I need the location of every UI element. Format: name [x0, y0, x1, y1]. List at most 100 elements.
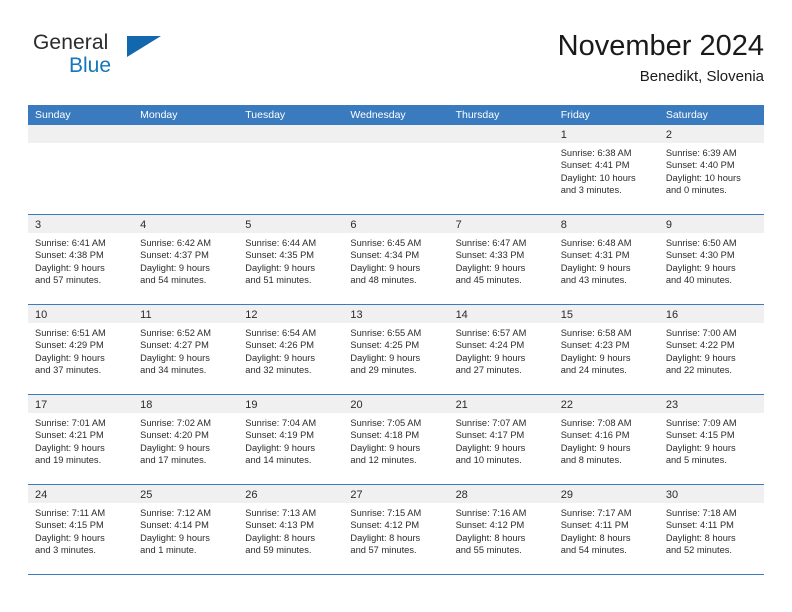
day-cell-21[interactable]: 21 Sunrise: 7:07 AM Sunset: 4:17 PM Dayligh… — [448, 395, 554, 484]
sunset-text: Sunset: 4:11 PM — [665, 520, 734, 531]
day-cell-28[interactable]: 28 Sunrise: 7:16 AM Sunset: 4:12 PM Dayligh… — [448, 485, 554, 574]
day-cell-14[interactable]: 14 Sunrise: 6:57 AM Sunset: 4:24 PM Dayligh… — [448, 305, 554, 394]
weekday-header-wednesday: Wednesday — [350, 109, 406, 121]
daylight-text-line2: and 57 minutes. — [350, 544, 417, 555]
daylight-text-line1: Daylight: 9 hours — [245, 352, 316, 363]
day-cell-16[interactable]: 16 Sunrise: 7:00 AM Sunset: 4:22 PM Dayligh… — [658, 305, 764, 394]
day-cell-empty — [28, 125, 134, 214]
day-number: 17 — [35, 399, 48, 411]
day-sun-info: Sunrise: 7:16 AM Sunset: 4:12 PM Daylight:… — [449, 503, 554, 556]
weekday-header-tuesday: Tuesday — [245, 109, 286, 121]
calendar-week-row: 1 Sunrise: 6:38 AM Sunset: 4:41 PM Daylight… — [28, 125, 764, 215]
daylight-text-line2: and 59 minutes. — [245, 544, 312, 555]
day-sun-info: Sunrise: 7:00 AM Sunset: 4:22 PM Daylight:… — [659, 323, 764, 376]
day-number-band: 2 — [658, 125, 764, 143]
day-cell-4[interactable]: 4 Sunrise: 6:42 AM Sunset: 4:37 PM Daylight… — [133, 215, 239, 304]
weekday-header-sunday: Sunday — [35, 109, 71, 121]
day-sun-info: Sunrise: 6:52 AM Sunset: 4:27 PM Daylight:… — [133, 323, 238, 376]
day-sun-info: Sunrise: 7:13 AM Sunset: 4:13 PM Daylight:… — [238, 503, 343, 556]
day-cell-27[interactable]: 27 Sunrise: 7:15 AM Sunset: 4:12 PM Dayligh… — [343, 485, 449, 574]
sunrise-text: Sunrise: 6:45 AM — [350, 238, 422, 248]
sunset-text: Sunset: 4:17 PM — [455, 430, 525, 441]
day-number-band: 24 — [28, 485, 134, 503]
sunset-text: Sunset: 4:35 PM — [245, 250, 315, 261]
day-sun-info: Sunrise: 7:11 AM Sunset: 4:15 PM Daylight:… — [28, 503, 133, 556]
day-number: 1 — [560, 129, 567, 141]
day-number: 11 — [140, 309, 152, 321]
day-cell-25[interactable]: 25 Sunrise: 7:12 AM Sunset: 4:14 PM Dayligh… — [133, 485, 239, 574]
sunrise-text: Sunrise: 7:12 AM — [140, 508, 211, 518]
day-sun-info: Sunrise: 7:09 AM Sunset: 4:15 PM Daylight:… — [659, 413, 764, 466]
brand-logo[interactable]: General Blue — [33, 32, 223, 88]
day-sun-info: Sunrise: 6:41 AM Sunset: 4:38 PM Daylight:… — [28, 233, 133, 286]
daylight-text-line1: Daylight: 9 hours — [140, 262, 210, 273]
day-cell-2[interactable]: 2 Sunrise: 6:39 AM Sunset: 4:40 PM Daylight… — [658, 125, 764, 214]
day-cell-15[interactable]: 15 Sunrise: 6:58 AM Sunset: 4:23 PM Dayligh… — [553, 305, 659, 394]
day-cell-23[interactable]: 23 Sunrise: 7:09 AM Sunset: 4:15 PM Dayligh… — [658, 395, 764, 484]
sunset-text: Sunset: 4:15 PM — [35, 520, 104, 531]
daylight-text-line1: Daylight: 9 hours — [35, 532, 105, 543]
sunset-text: Sunset: 4:24 PM — [455, 340, 525, 351]
day-number-band: 25 — [133, 485, 239, 503]
sunset-text: Sunset: 4:25 PM — [350, 340, 420, 351]
day-sun-info: Sunrise: 7:02 AM Sunset: 4:20 PM Daylight:… — [133, 413, 238, 466]
daylight-text-line2: and 54 minutes. — [560, 544, 627, 555]
daylight-text-line1: Daylight: 9 hours — [665, 262, 736, 273]
day-cell-13[interactable]: 13 Sunrise: 6:55 AM Sunset: 4:25 PM Dayligh… — [343, 305, 449, 394]
day-cell-29[interactable]: 29 Sunrise: 7:17 AM Sunset: 4:11 PM Dayligh… — [553, 485, 659, 574]
daylight-text-line2: and 43 minutes. — [560, 274, 627, 285]
sunrise-text: Sunrise: 7:05 AM — [350, 418, 422, 428]
day-number-band: 12 — [238, 305, 344, 323]
day-sun-info: Sunrise: 6:50 AM Sunset: 4:30 PM Daylight:… — [659, 233, 764, 286]
sunrise-text: Sunrise: 7:18 AM — [665, 508, 737, 518]
day-number-band — [133, 125, 239, 143]
day-number-band: 3 — [28, 215, 134, 233]
day-number: 7 — [455, 219, 462, 231]
day-cell-6[interactable]: 6 Sunrise: 6:45 AM Sunset: 4:34 PM Daylight… — [343, 215, 449, 304]
day-cell-17[interactable]: 17 Sunrise: 7:01 AM Sunset: 4:21 PM Dayligh… — [28, 395, 134, 484]
daylight-text-line2: and 51 minutes. — [245, 274, 312, 285]
triangle-logo-icon — [127, 36, 161, 57]
day-cell-7[interactable]: 7 Sunrise: 6:47 AM Sunset: 4:33 PM Daylight… — [448, 215, 554, 304]
daylight-text-line2: and 52 minutes. — [665, 544, 732, 555]
day-cell-12[interactable]: 12 Sunrise: 6:54 AM Sunset: 4:26 PM Dayligh… — [238, 305, 344, 394]
day-number: 10 — [35, 309, 48, 321]
daylight-text-line1: Daylight: 8 hours — [455, 532, 526, 543]
day-cell-5[interactable]: 5 Sunrise: 6:44 AM Sunset: 4:35 PM Daylight… — [238, 215, 344, 304]
daylight-text-line1: Daylight: 9 hours — [350, 262, 421, 273]
day-number: 15 — [560, 309, 573, 321]
day-cell-empty — [238, 125, 344, 214]
sunset-text: Sunset: 4:37 PM — [140, 250, 209, 261]
day-cell-9[interactable]: 9 Sunrise: 6:50 AM Sunset: 4:30 PM Daylight… — [658, 215, 764, 304]
sunset-text: Sunset: 4:22 PM — [665, 340, 735, 351]
page-title: November 2024 — [557, 30, 764, 62]
day-number-band — [238, 125, 344, 143]
sunset-text: Sunset: 4:41 PM — [560, 160, 630, 171]
daylight-text-line2: and 37 minutes. — [35, 364, 102, 375]
day-cell-30[interactable]: 30 Sunrise: 7:18 AM Sunset: 4:11 PM Dayligh… — [658, 485, 764, 574]
day-cell-8[interactable]: 8 Sunrise: 6:48 AM Sunset: 4:31 PM Daylight… — [553, 215, 659, 304]
day-cell-1[interactable]: 1 Sunrise: 6:38 AM Sunset: 4:41 PM Daylight… — [553, 125, 659, 214]
daylight-text-line1: Daylight: 9 hours — [350, 352, 421, 363]
day-cell-26[interactable]: 26 Sunrise: 7:13 AM Sunset: 4:13 PM Dayligh… — [238, 485, 344, 574]
sunset-text: Sunset: 4:11 PM — [560, 520, 629, 531]
day-cell-19[interactable]: 19 Sunrise: 7:04 AM Sunset: 4:19 PM Dayligh… — [238, 395, 344, 484]
day-sun-info: Sunrise: 6:38 AM Sunset: 4:41 PM Daylight:… — [554, 143, 659, 196]
day-cell-20[interactable]: 20 Sunrise: 7:05 AM Sunset: 4:18 PM Dayligh… — [343, 395, 449, 484]
day-cell-22[interactable]: 22 Sunrise: 7:08 AM Sunset: 4:16 PM Dayligh… — [553, 395, 659, 484]
day-cell-11[interactable]: 11 Sunrise: 6:52 AM Sunset: 4:27 PM Dayligh… — [133, 305, 239, 394]
day-cell-empty — [448, 125, 554, 214]
day-cell-3[interactable]: 3 Sunrise: 6:41 AM Sunset: 4:38 PM Daylight… — [28, 215, 134, 304]
weekday-header-monday: Monday — [140, 109, 178, 121]
daylight-text-line1: Daylight: 9 hours — [455, 442, 526, 453]
sunset-text: Sunset: 4:18 PM — [350, 430, 420, 441]
day-cell-18[interactable]: 18 Sunrise: 7:02 AM Sunset: 4:20 PM Dayligh… — [133, 395, 239, 484]
daylight-text-line1: Daylight: 9 hours — [560, 352, 631, 363]
day-sun-info: Sunrise: 6:58 AM Sunset: 4:23 PM Daylight:… — [554, 323, 659, 376]
day-cell-24[interactable]: 24 Sunrise: 7:11 AM Sunset: 4:15 PM Dayligh… — [28, 485, 134, 574]
day-sun-info: Sunrise: 7:07 AM Sunset: 4:17 PM Daylight:… — [449, 413, 554, 466]
day-sun-info: Sunrise: 6:44 AM Sunset: 4:35 PM Daylight:… — [238, 233, 343, 286]
day-cell-10[interactable]: 10 Sunrise: 6:51 AM Sunset: 4:29 PM Dayligh… — [28, 305, 134, 394]
day-number-band: 19 — [238, 395, 344, 413]
sunset-text: Sunset: 4:21 PM — [35, 430, 104, 441]
